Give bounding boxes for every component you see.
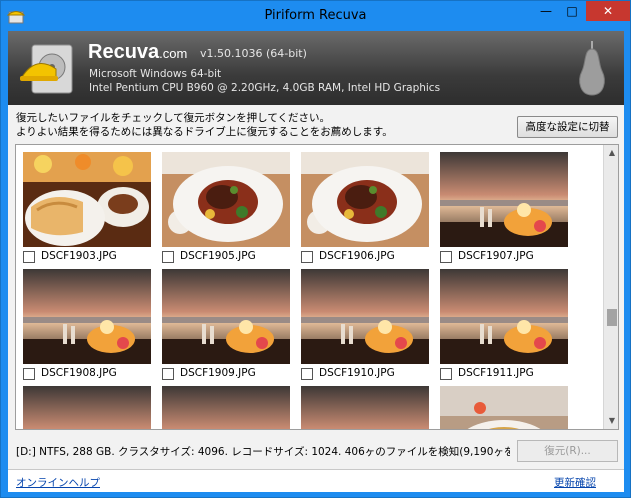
check-updates-link[interactable]: 更新確認 [554,475,596,490]
image-thumbnail[interactable] [23,152,151,247]
file-checkbox[interactable] [162,368,174,380]
file-name: DSCF1907.JPG [458,250,534,262]
recuva-logo-icon [20,44,73,94]
file-tile[interactable]: DSCF1908.JPG [23,269,151,380]
minimize-button[interactable]: — [533,1,559,21]
title-bar[interactable]: Piriform Recuva — □ ✕ [1,1,630,31]
file-name: DSCF1905.JPG [180,250,256,262]
image-thumbnail[interactable] [301,269,429,364]
image-thumbnail[interactable] [23,269,151,364]
file-tile[interactable] [162,386,290,430]
app-window: Piriform Recuva — □ ✕ Recuva.com v1.50.1… [0,0,631,498]
advanced-mode-button[interactable]: 高度な設定に切替 [517,116,618,138]
file-caption: DSCF1905.JPG [162,250,290,264]
file-checkbox[interactable] [23,251,35,263]
file-name: DSCF1903.JPG [41,250,117,262]
file-name: DSCF1911.JPG [458,367,534,379]
file-name: DSCF1909.JPG [180,367,256,379]
recover-button[interactable]: 復元(R)... [517,440,618,462]
os-info: Microsoft Windows 64-bit [89,68,222,80]
file-name: DSCF1910.JPG [319,367,395,379]
file-tile[interactable]: DSCF1911.JPG [440,269,568,380]
image-thumbnail[interactable] [301,386,429,430]
file-tile[interactable]: DSCF1903.JPG [23,152,151,263]
file-tile[interactable]: DSCF1909.JPG [162,269,290,380]
file-checkbox[interactable] [23,368,35,380]
piriform-pear-icon [579,41,605,96]
image-thumbnail[interactable] [440,152,568,247]
file-tile[interactable]: DSCF1905.JPG [162,152,290,263]
app-header: Recuva.com v1.50.1036 (64-bit) Microsoft… [8,31,624,105]
file-checkbox[interactable] [301,368,313,380]
image-thumbnail[interactable] [162,269,290,364]
file-tile[interactable]: DSCF1907.JPG [440,152,568,263]
hardware-info: Intel Pentium CPU B960 @ 2.20GHz, 4.0GB … [89,82,441,94]
file-tile[interactable] [440,386,568,430]
image-thumbnail[interactable] [162,152,290,247]
file-tile[interactable]: DSCF1910.JPG [301,269,429,380]
brand-suffix: .com [159,46,188,61]
client-area: Recuva.com v1.50.1036 (64-bit) Microsoft… [8,31,624,492]
file-caption: DSCF1903.JPG [23,250,151,264]
brand-text: Recuva [88,41,160,63]
file-tile[interactable] [23,386,151,430]
footer-bar: オンラインヘルプ 更新確認 [8,469,624,492]
file-caption: DSCF1906.JPG [301,250,429,264]
maximize-button[interactable]: □ [559,1,585,21]
instruction-line-1: 復元したいファイルをチェックして復元ボタンを押してください。 [16,112,331,124]
status-text: [D:] NTFS, 288 GB. クラスタサイズ: 4096. レコードサイ… [16,446,510,458]
file-name: DSCF1906.JPG [319,250,395,262]
image-thumbnail[interactable] [440,269,568,364]
file-caption: DSCF1911.JPG [440,367,568,381]
file-caption: DSCF1910.JPG [301,367,429,381]
file-caption: DSCF1909.JPG [162,367,290,381]
file-tile[interactable] [301,386,429,430]
file-checkbox[interactable] [440,368,452,380]
file-checkbox[interactable] [301,251,313,263]
image-thumbnail[interactable] [23,386,151,430]
brand-name: Recuva.com [88,41,187,64]
file-checkbox[interactable] [440,251,452,263]
file-caption: DSCF1907.JPG [440,250,568,264]
scroll-down-arrow-icon[interactable]: ▼ [604,413,618,429]
vertical-scrollbar[interactable]: ▲ ▼ [603,145,618,429]
scroll-up-arrow-icon[interactable]: ▲ [604,145,618,161]
image-thumbnail[interactable] [301,152,429,247]
image-thumbnail[interactable] [162,386,290,430]
file-caption: DSCF1908.JPG [23,367,151,381]
file-tile[interactable]: DSCF1906.JPG [301,152,429,263]
file-checkbox[interactable] [162,251,174,263]
online-help-link[interactable]: オンラインヘルプ [16,475,100,490]
file-gallery[interactable]: DSCF1903.JPG DSCF1905.JPG DSCF1906.JPG DSCF… [15,144,619,430]
close-button[interactable]: ✕ [586,1,630,21]
version-label: v1.50.1036 (64-bit) [200,47,307,60]
scrollbar-thumb[interactable] [607,309,617,326]
file-name: DSCF1908.JPG [41,367,117,379]
instruction-line-2: よりよい結果を得るためには異なるドライブ上に復元することをお薦めします。 [16,126,393,138]
image-thumbnail[interactable] [440,386,568,430]
